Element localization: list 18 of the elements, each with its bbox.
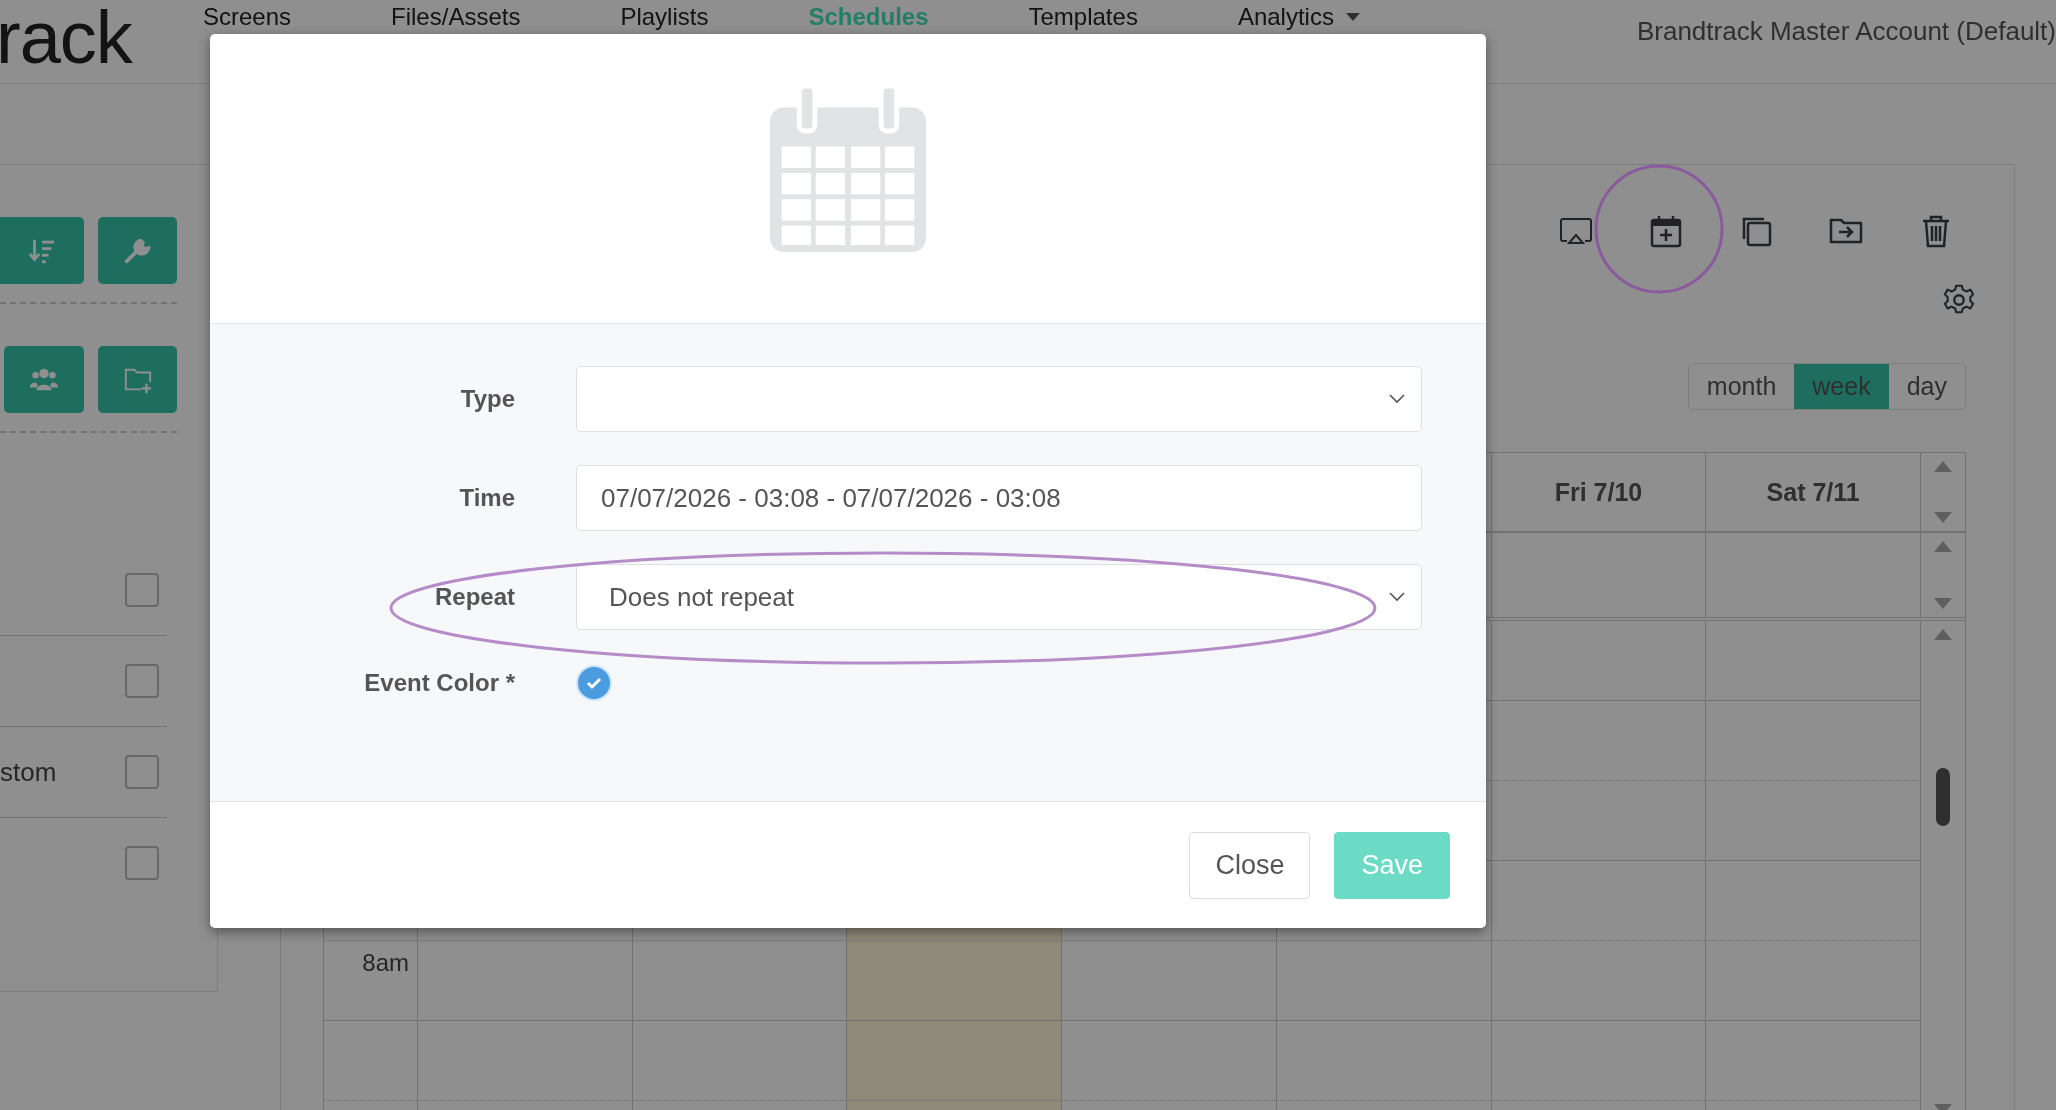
nav-link[interactable]: Templates <box>1028 3 1138 31</box>
select-field[interactable]: Does not repeat <box>576 564 1422 630</box>
row-label: stom <box>0 756 57 788</box>
day-header: Fri 7/10 <box>1554 477 1643 507</box>
nav-link[interactable]: Playlists <box>620 3 709 31</box>
field-label: Event Color * <box>363 669 515 697</box>
nav-link[interactable]: Files/Assets <box>391 3 521 31</box>
field-label: Repeat <box>433 583 515 611</box>
nav-link[interactable]: Analytics <box>1237 3 1360 31</box>
input-field[interactable]: 07/07/2026 - 03:08 - 07/07/2026 - 03:08 <box>576 465 1422 531</box>
account-name: Brandtrack Master Account (Default) <box>1636 15 2056 47</box>
field-label: Time <box>458 484 515 512</box>
day-header: Sat 7/11 <box>1766 477 1860 507</box>
logo-text: rack <box>0 0 134 76</box>
close-button[interactable]: Close <box>1189 831 1311 899</box>
nav-link[interactable]: Screens <box>203 3 292 31</box>
field-label: Type <box>459 385 515 413</box>
time-label: 8am <box>362 948 410 978</box>
